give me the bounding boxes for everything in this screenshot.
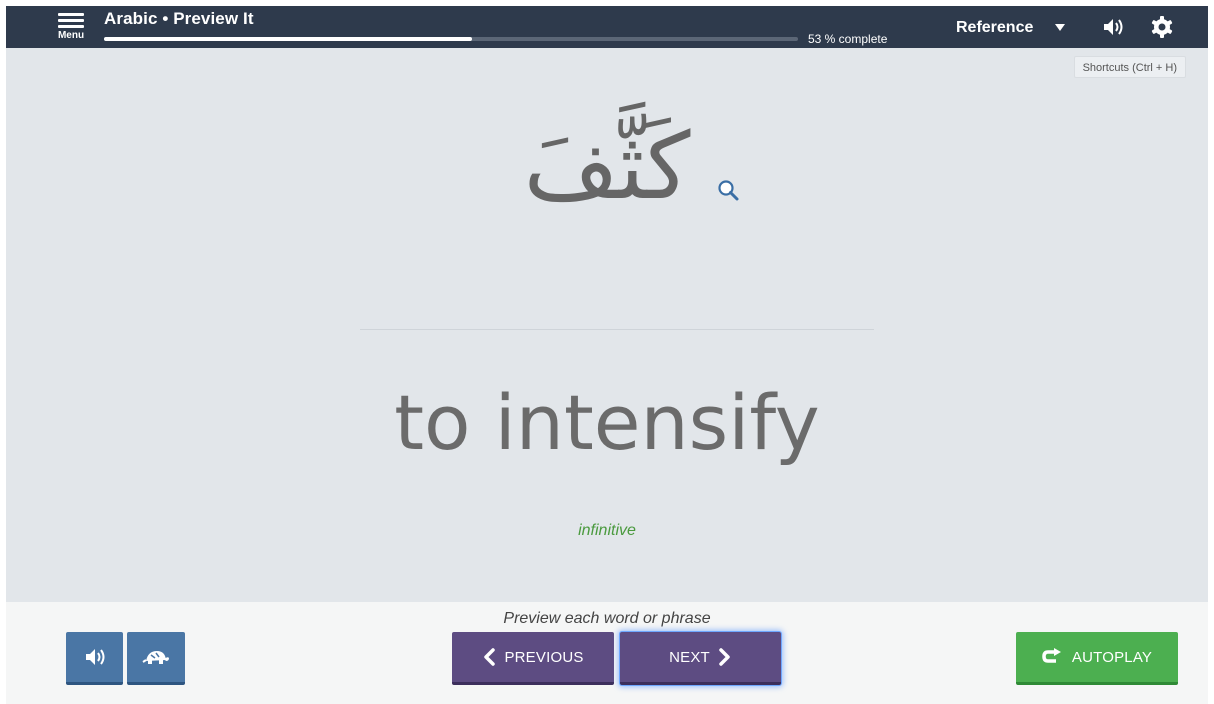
reference-dropdown[interactable]: Reference	[956, 19, 1066, 37]
footer-controls: Preview each word or phrase PREVIOUS NEX…	[6, 602, 1208, 704]
reference-label: Reference	[956, 19, 1034, 36]
next-label: NEXT	[669, 648, 710, 666]
menu-label: Menu	[57, 30, 85, 41]
top-bar: Menu Arabic • Preview It 53 % complete R…	[6, 6, 1208, 48]
speaker-icon	[85, 649, 104, 665]
speaker-icon[interactable]	[1102, 16, 1124, 38]
previous-button[interactable]: PREVIOUS	[452, 632, 614, 685]
instruction-text: Preview each word or phrase	[503, 610, 711, 627]
repeat-arrow-icon	[1042, 648, 1061, 663]
turtle-icon	[142, 651, 169, 664]
next-button[interactable]: NEXT	[620, 632, 781, 685]
menu-button[interactable]: Menu	[54, 11, 88, 47]
flashcard-area: Shortcuts (Ctrl + H) كَثَّفَ to intensif…	[6, 48, 1208, 602]
slow-audio-button[interactable]	[127, 632, 185, 685]
previous-label: PREVIOUS	[504, 648, 584, 666]
english-meaning: to intensify	[394, 378, 820, 467]
course-title: Arabic • Preview It	[104, 9, 254, 28]
progress-bar	[104, 37, 798, 41]
arabic-word: كَثَّفَ	[523, 113, 691, 220]
chevron-right-icon	[719, 648, 730, 666]
caret-down-icon	[1055, 24, 1066, 32]
autoplay-label: AUTOPLAY	[1071, 648, 1153, 666]
chevron-left-icon	[484, 648, 496, 666]
hamburger-icon	[58, 11, 84, 29]
part-of-speech: infinitive	[578, 522, 636, 539]
divider	[360, 329, 874, 330]
shortcuts-button[interactable]: Shortcuts (Ctrl + H)	[1073, 56, 1186, 78]
progress-text: 53 % complete	[808, 32, 888, 46]
magnifier-icon[interactable]	[716, 178, 742, 204]
autoplay-button[interactable]: AUTOPLAY	[1016, 632, 1178, 685]
gear-icon[interactable]	[1150, 15, 1174, 39]
play-audio-button[interactable]	[66, 632, 123, 685]
progress-fill	[104, 37, 472, 41]
